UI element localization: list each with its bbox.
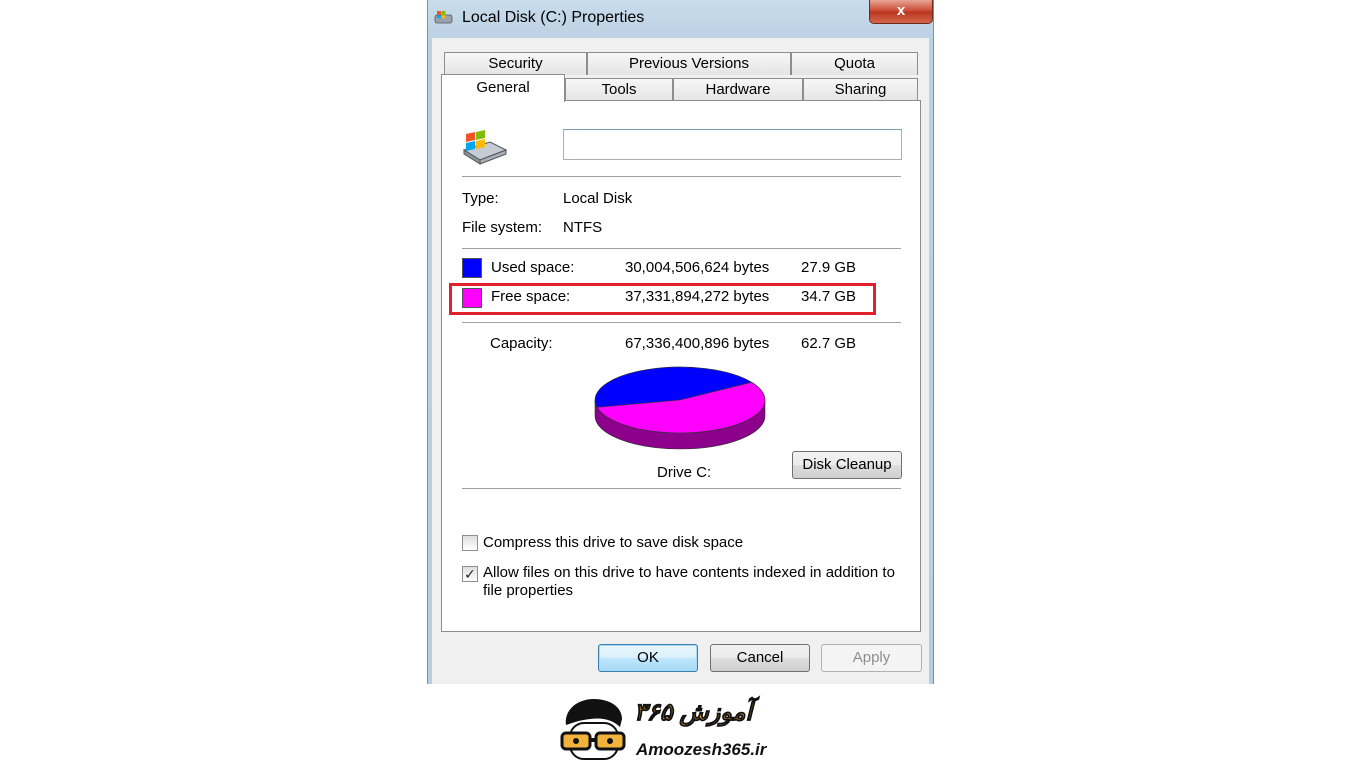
- drive-name-input[interactable]: [563, 129, 902, 160]
- close-button[interactable]: x: [869, 0, 933, 24]
- tab-previous-versions[interactable]: Previous Versions: [587, 52, 791, 75]
- cancel-button[interactable]: Cancel: [710, 644, 810, 672]
- tab-tools[interactable]: Tools: [565, 78, 673, 101]
- used-space-swatch: [462, 258, 482, 278]
- capacity-bytes: 67,336,400,896 bytes: [625, 335, 770, 352]
- brand-logo-text: آموزش ۳۶۵: [633, 699, 753, 727]
- index-contents-label-line1: Allow files on this drive to have conten…: [483, 564, 895, 581]
- ok-button[interactable]: OK: [598, 644, 698, 672]
- file-system-label: File system:: [462, 219, 543, 236]
- used-space-label: Used space:: [491, 259, 575, 276]
- used-space-bytes: 30,004,506,624 bytes: [625, 259, 770, 276]
- brand-site-name: Amoozesh365.ir: [636, 740, 767, 759]
- free-space-highlight-box: [449, 283, 876, 315]
- separator: [462, 488, 901, 490]
- file-system-value: NTFS: [563, 219, 603, 236]
- drive-label: Drive C:: [657, 464, 712, 481]
- index-contents-checkbox[interactable]: ✓: [462, 566, 478, 582]
- apply-button[interactable]: Apply: [821, 644, 922, 672]
- type-value: Local Disk: [563, 190, 633, 207]
- index-contents-label-line2: file properties: [483, 582, 574, 599]
- tab-security[interactable]: Security: [444, 52, 587, 75]
- type-label: Type:: [462, 190, 499, 207]
- compress-drive-label: Compress this drive to save disk space: [483, 534, 744, 551]
- tab-general[interactable]: General: [441, 74, 565, 102]
- capacity-label: Capacity:: [490, 335, 553, 352]
- tab-quota[interactable]: Quota: [791, 52, 918, 75]
- hard-drive-icon: [462, 130, 508, 165]
- tab-sharing[interactable]: Sharing: [803, 78, 918, 101]
- separator: [462, 176, 901, 178]
- used-space-size: 27.9 GB: [801, 259, 857, 276]
- tab-hardware[interactable]: Hardware: [673, 78, 803, 101]
- close-icon: x: [896, 2, 906, 19]
- separator: [462, 322, 901, 324]
- disk-usage-pie-chart: [594, 366, 766, 450]
- capacity-size: 62.7 GB: [801, 335, 857, 352]
- separator: [462, 248, 901, 250]
- compress-drive-checkbox[interactable]: [462, 535, 478, 551]
- window-title: Local Disk (C:) Properties: [462, 9, 645, 26]
- drive-icon: [434, 11, 453, 24]
- disk-cleanup-button[interactable]: Disk Cleanup: [792, 451, 902, 479]
- mascot-logo-icon: [560, 699, 626, 760]
